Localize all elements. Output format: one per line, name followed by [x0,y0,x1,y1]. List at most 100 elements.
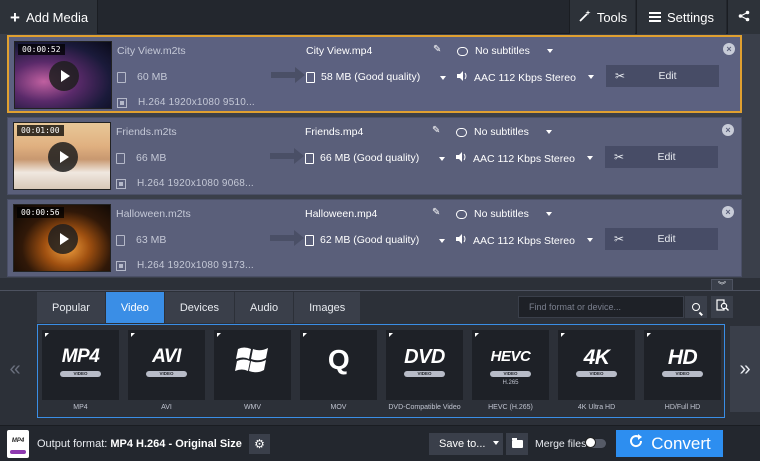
file-icon [117,71,126,83]
output-size-dropdown[interactable]: 62 MB (Good quality) [305,234,419,246]
source-codec-value: H.264 1920x1080 9068... [137,178,254,189]
source-codec-value: H.264 1920x1080 9510... [138,97,255,108]
preset-logo: HD [667,346,698,369]
preset-label: AVI [161,404,172,411]
scroll-left-button[interactable]: « [0,326,30,412]
settings-button[interactable]: Settings [636,0,726,34]
audio-value: AAC 112 Kbps Stereo [473,152,575,165]
close-icon[interactable]: × [723,43,735,55]
share-button[interactable] [727,0,760,34]
output-size-dropdown[interactable]: 66 MB (Good quality) [305,152,419,164]
rename-pencil-icon[interactable]: ✎ [433,44,441,55]
scroll-right-button[interactable]: » [730,326,760,412]
audio-dropdown[interactable]: AAC 112 Kbps Stereo [456,234,575,247]
play-icon[interactable] [48,142,78,172]
save-to-dropdown[interactable]: Save to... [429,433,503,455]
preset-4k[interactable]: 4K VIDEO [558,330,635,400]
output-settings-button[interactable]: ⚙ [249,434,270,454]
chevron-down-icon[interactable] [547,49,553,53]
speaker-icon [457,71,468,84]
film-icon [116,260,126,271]
video-thumbnail[interactable]: 00:00:56 [13,204,111,272]
rename-pencil-icon[interactable]: ✎ [432,207,440,218]
tab-images[interactable]: Images [294,292,362,323]
add-media-button[interactable]: + Add Media [0,0,98,34]
edit-button[interactable]: ✂ Edit [605,228,718,250]
audio-dropdown[interactable]: AAC 112 Kbps Stereo [456,152,575,165]
preset-logo: AVI [152,346,181,367]
preset-hd[interactable]: HD VIDEO [644,330,721,400]
tab-video[interactable]: Video [105,292,165,323]
tab-audio[interactable]: Audio [234,292,295,323]
output-format-sep: - [168,438,173,450]
convert-label: Convert [651,433,711,453]
tab-popular[interactable]: Popular [37,292,106,323]
subtitles-dropdown[interactable]: No subtitles [456,126,529,138]
search-icon [692,303,700,311]
output-format-icon[interactable] [7,430,29,458]
output-file-name[interactable]: City View.mp4 [306,45,372,57]
preset-avi[interactable]: AVI VIDEO [128,330,205,400]
chevron-down-icon[interactable] [588,75,594,79]
close-icon[interactable]: × [722,206,734,218]
output-file-name[interactable]: Halloween.mp4 [305,208,377,220]
play-icon[interactable] [48,224,78,254]
detect-device-button[interactable] [711,296,733,318]
edit-button[interactable]: ✂ Edit [605,146,718,168]
subtitles-dropdown[interactable]: No subtitles [456,208,529,220]
chevron-down-icon[interactable] [546,212,552,216]
chevron-down-icon[interactable] [439,157,445,161]
preset-label: 4K Ultra HD [577,404,616,411]
chevron-down-icon[interactable] [439,239,445,243]
chevron-down-icon[interactable] [546,130,552,134]
video-thumbnail[interactable]: 00:01:00 [13,122,111,190]
preset-dvd[interactable]: DVD VIDEO [386,330,463,400]
chevron-down-icon[interactable] [587,156,593,160]
source-size: 63 MB [116,234,166,246]
output-size-dropdown[interactable]: 58 MB (Good quality) [306,71,420,83]
hamburger-icon [649,10,661,25]
output-format-text[interactable]: Output format: MP4 H.264 - Original Size [37,438,242,450]
video-thumbnail[interactable]: 00:00:52 [14,41,112,109]
search-button[interactable] [685,296,707,318]
preset-mov[interactable]: Q [300,330,377,400]
merge-files-toggle[interactable] [585,437,606,448]
preset-label: WMV [243,404,262,411]
merge-files-label: Merge files [535,438,587,450]
chevron-down-icon[interactable] [587,238,593,242]
output-format-value: MP4 H.264 [110,438,166,450]
speaker-icon [456,234,467,247]
refresh-icon [628,433,644,454]
source-codec: H.264 1920x1080 9068... [116,178,254,189]
duration-badge: 00:00:56 [17,207,64,218]
chevron-down-icon[interactable] [493,441,499,445]
preset-hevc[interactable]: HEVC VIDEO H.265 [472,330,549,400]
preset-mp4[interactable]: MP4 VIDEO [42,330,119,400]
rename-pencil-icon[interactable]: ✎ [432,125,440,136]
open-folder-button[interactable] [506,433,528,455]
file-item[interactable]: 00:00:52 City View.m2ts 60 MB H.264 1920… [7,35,742,113]
preset-wmv[interactable] [214,330,291,400]
source-size: 66 MB [116,152,166,164]
tools-button[interactable]: Tools [569,0,635,34]
audio-dropdown[interactable]: AAC 112 Kbps Stereo [457,71,576,84]
play-icon[interactable] [49,61,79,91]
file-icon [305,234,314,246]
folder-icon [511,438,523,448]
format-search-input[interactable]: Find format or device... [518,296,684,318]
preset-tag: VIDEO [146,371,187,377]
edit-button[interactable]: ✂ Edit [606,65,719,87]
share-icon [738,10,750,25]
chevron-down-icon[interactable] [440,76,446,80]
tab-devices[interactable]: Devices [164,292,235,323]
subtitles-dropdown[interactable]: No subtitles [457,45,530,57]
output-file-name[interactable]: Friends.mp4 [305,126,363,138]
file-list: 00:00:52 City View.m2ts 60 MB H.264 1920… [0,34,760,278]
file-icon [306,71,315,83]
output-size-value: 62 MB (Good quality) [320,234,420,246]
close-icon[interactable]: × [722,124,734,136]
file-item[interactable]: 00:00:56 Halloween.m2ts 63 MB H.264 1920… [7,199,742,277]
convert-button[interactable]: Convert [616,430,723,457]
preset-logo: MP4 [61,346,100,367]
file-item[interactable]: 00:01:00 Friends.m2ts 66 MB H.264 1920x1… [7,117,742,195]
